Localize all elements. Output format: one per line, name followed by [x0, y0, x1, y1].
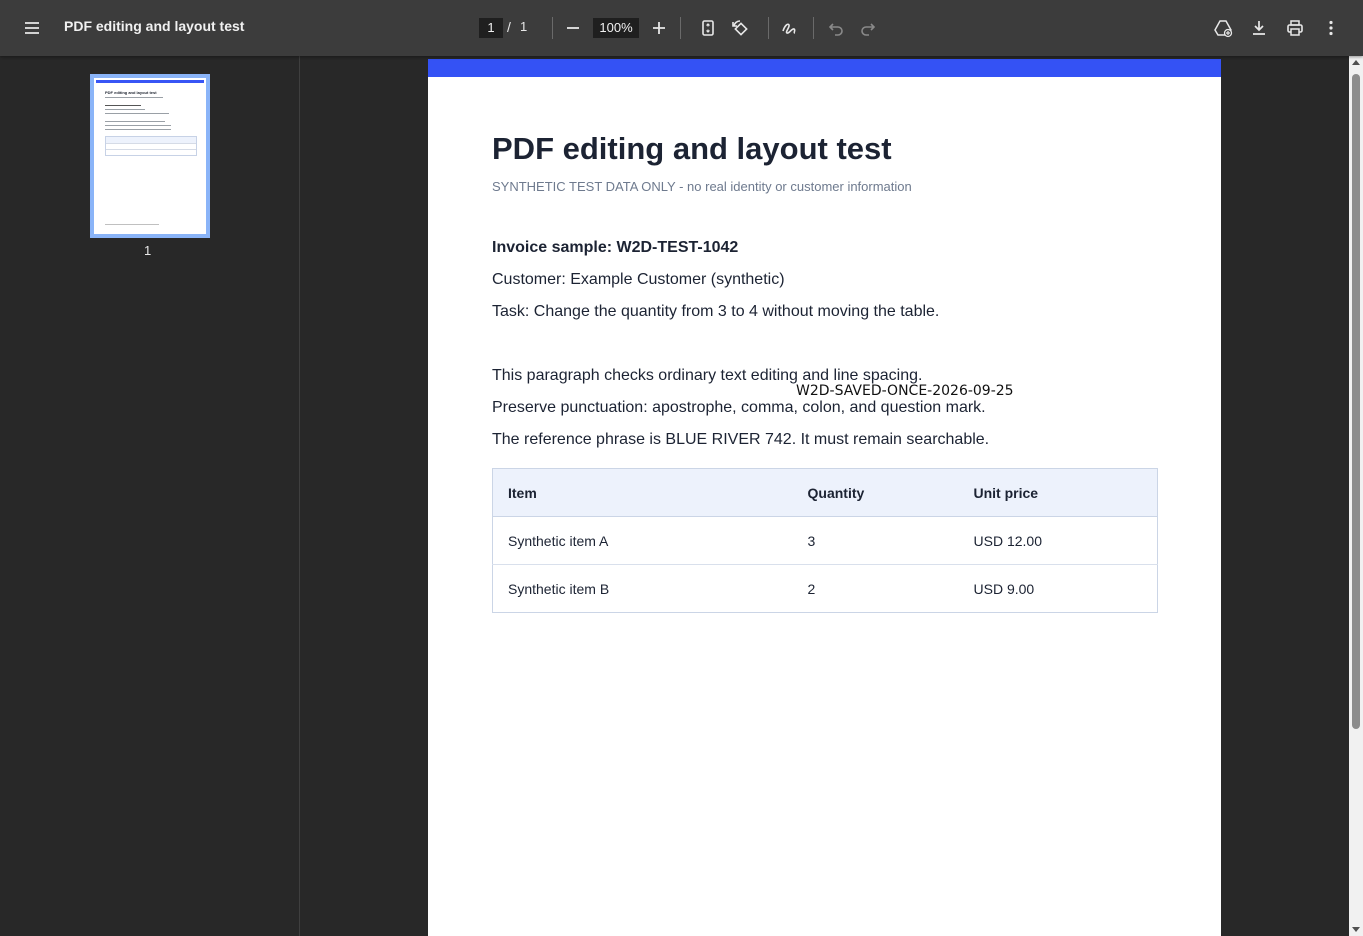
fit-to-page-button[interactable]	[692, 12, 724, 44]
page-number-input[interactable]	[479, 18, 503, 38]
download-icon	[1253, 21, 1265, 35]
toolbar-divider	[680, 17, 681, 39]
save-to-drive-button[interactable]	[1207, 12, 1239, 44]
customer-line: Customer: Example Customer (synthetic)	[492, 271, 785, 288]
zoom-out-button[interactable]	[557, 12, 589, 44]
thumbnail-table	[105, 136, 197, 156]
table-cell: 3	[792, 516, 959, 565]
page-accent-bar	[428, 59, 1221, 77]
scrollbar-thumb[interactable]	[1352, 74, 1360, 729]
vertical-scrollbar[interactable]	[1349, 56, 1363, 936]
minus-icon	[567, 27, 579, 29]
plus-icon	[653, 22, 665, 34]
annotate-button[interactable]	[774, 12, 806, 44]
scroll-up-icon[interactable]	[1352, 60, 1360, 65]
print-button[interactable]	[1279, 12, 1311, 44]
table-row: Synthetic item A 3 USD 12.00	[492, 516, 1158, 565]
thumbnail-accent-bar	[96, 80, 204, 83]
menu-icon	[25, 22, 39, 34]
pdf-page[interactable]: PDF editing and layout test SYNTHETIC TE…	[428, 59, 1221, 936]
thumbnail-sidebar: PDF editing and layout test 1	[0, 56, 300, 936]
thumbnail-line	[105, 129, 171, 130]
rotate-button[interactable]	[724, 12, 756, 44]
table-header-row: Item Quantity Unit price	[492, 468, 1158, 517]
invoice-table: Item Quantity Unit price Synthetic item …	[492, 468, 1158, 613]
toolbar-divider	[552, 17, 553, 39]
table-cell: Synthetic item B	[508, 580, 610, 597]
table-cell: USD 12.00	[958, 516, 1158, 565]
toolbar-divider	[768, 17, 769, 39]
paragraph-line-3: The reference phrase is BLUE RIVER 742. …	[492, 431, 990, 448]
page-thumbnail[interactable]: PDF editing and layout test	[90, 74, 210, 238]
pdf-toolbar: PDF editing and layout test / 1 100%	[0, 0, 1363, 56]
table-header: Item	[492, 468, 793, 517]
paragraph-line-2: Preserve punctuation: apostrophe, comma,…	[492, 399, 986, 416]
thumbnail-table-row	[106, 144, 196, 150]
drive-add-icon	[1214, 20, 1233, 38]
more-options-button[interactable]	[1315, 12, 1347, 44]
table-cell: Synthetic item A	[492, 516, 793, 565]
thumbnail-line	[105, 224, 159, 225]
redo-button[interactable]	[852, 12, 884, 44]
fit-to-page-icon	[702, 20, 714, 36]
print-icon	[1287, 20, 1303, 36]
thumbnail-line	[105, 121, 165, 122]
more-vert-icon	[1329, 20, 1333, 36]
menu-button[interactable]	[16, 12, 48, 44]
undo-icon	[828, 23, 843, 36]
invoice-heading: Invoice sample: W2D-TEST-1042	[492, 239, 739, 256]
thumbnail-line	[105, 109, 145, 110]
rotate-icon	[732, 20, 748, 36]
table-header: Quantity	[792, 468, 959, 517]
thumbnail-line	[105, 105, 141, 106]
table-cell: USD 9.00	[973, 580, 1035, 597]
thumbnail-page-number: 1	[144, 243, 152, 258]
page-total: 1	[520, 19, 528, 34]
table-row: Synthetic item B 2 USD 9.00	[493, 565, 1158, 613]
task-line: Task: Change the quantity from 3 to 4 wi…	[492, 303, 940, 320]
download-button[interactable]	[1243, 12, 1275, 44]
table-header: Unit price	[958, 468, 1158, 517]
document-title: PDF editing and layout test	[64, 18, 245, 34]
zoom-level-input[interactable]: 100%	[593, 18, 639, 38]
scroll-down-icon[interactable]	[1352, 927, 1360, 932]
draw-icon	[782, 23, 796, 34]
saved-stamp: W2D-SAVED-ONCE-2026-09-25	[796, 383, 1014, 399]
thumbnail-title: PDF editing and layout test	[105, 90, 157, 95]
zoom-in-button[interactable]	[643, 12, 675, 44]
table-cell: 2	[807, 580, 816, 597]
page-subtitle: SYNTHETIC TEST DATA ONLY - no real ident…	[492, 179, 912, 194]
undo-button[interactable]	[820, 12, 852, 44]
page-separator: /	[507, 19, 511, 35]
page-title: PDF editing and layout test	[492, 131, 892, 166]
document-viewer[interactable]: PDF editing and layout test SYNTHETIC TE…	[301, 56, 1349, 936]
redo-icon	[861, 23, 876, 36]
thumbnail-line	[105, 97, 163, 98]
thumbnail-line	[105, 113, 169, 114]
toolbar-divider	[813, 17, 814, 39]
thumbnail-line	[105, 125, 171, 126]
